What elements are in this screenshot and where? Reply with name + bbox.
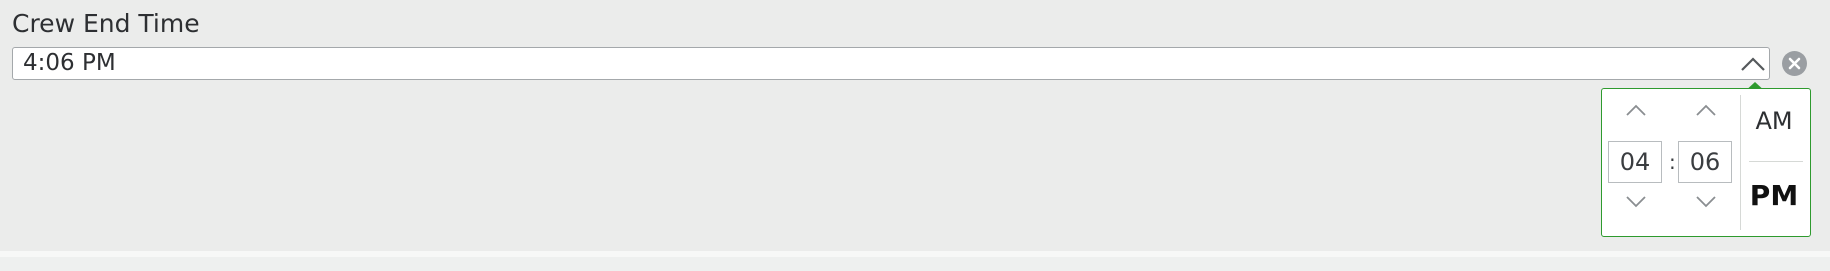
crew-end-time-input[interactable]: 4:06 PM — [12, 47, 1770, 80]
form-panel: Crew End Time 4:06 PM 04: 06 AM PM — [0, 0, 1830, 251]
period-selector: AM PM — [1740, 95, 1807, 230]
pm-option[interactable]: PM — [1741, 179, 1807, 212]
time-separator: : — [1669, 150, 1676, 174]
chevron-down-icon — [1696, 196, 1716, 208]
chevron-down-icon — [1626, 196, 1646, 208]
minute-spinner: 06 — [1678, 89, 1734, 235]
clear-icon[interactable] — [1781, 50, 1808, 77]
time-picker-popup: 04 : 06 AM PM — [1601, 88, 1811, 237]
chevron-up-icon[interactable] — [1739, 51, 1767, 77]
minute-decrement-button[interactable] — [1678, 195, 1734, 225]
hour-field[interactable]: 04 — [1608, 141, 1662, 183]
minute-increment-button[interactable] — [1678, 103, 1734, 133]
period-divider — [1749, 161, 1803, 162]
hour-decrement-button[interactable] — [1608, 195, 1664, 225]
minute-field[interactable]: 06 — [1678, 141, 1732, 183]
chevron-up-icon — [1626, 104, 1646, 116]
section-divider — [0, 251, 1830, 257]
am-option[interactable]: AM — [1741, 107, 1807, 135]
hour-spinner: 04 — [1608, 89, 1664, 235]
hour-increment-button[interactable] — [1608, 103, 1664, 133]
chevron-up-icon — [1696, 104, 1716, 116]
crew-end-time-label: Crew End Time — [12, 9, 200, 38]
